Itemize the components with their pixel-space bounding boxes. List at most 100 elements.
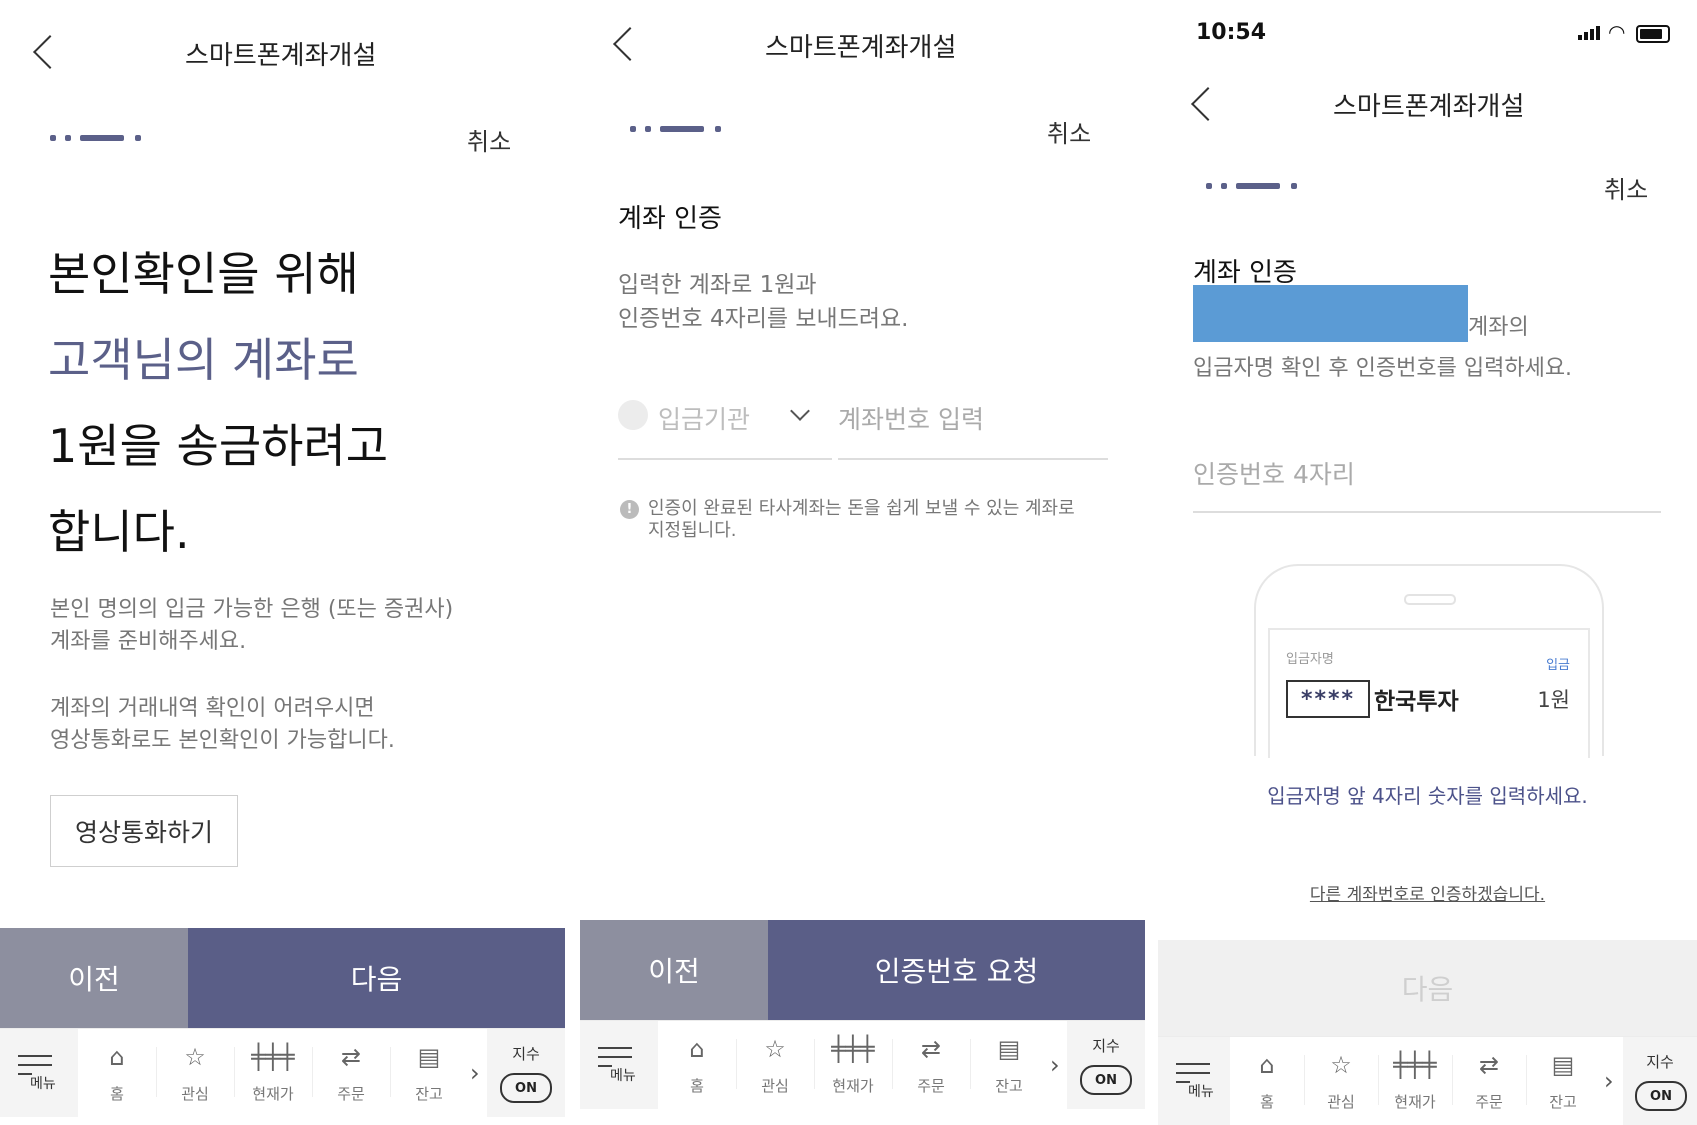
chevron-right-icon[interactable]: › bbox=[1604, 1067, 1614, 1095]
tab-home-label: 홈 bbox=[110, 1085, 124, 1103]
account-field-underline bbox=[838, 458, 1108, 460]
index-on-toggle[interactable]: ON bbox=[1635, 1081, 1687, 1111]
tab-watch[interactable]: ☆ 관심 bbox=[1304, 1037, 1378, 1125]
desc-line: 인증번호 4자리를 보내드려요. bbox=[618, 306, 909, 332]
back-icon[interactable] bbox=[1191, 87, 1225, 121]
desc-line: 계좌를 준비해주세요. bbox=[50, 629, 247, 654]
tab-balance[interactable]: ▤ 잔고 bbox=[1526, 1037, 1600, 1125]
step-indicator bbox=[630, 126, 725, 132]
tab-price[interactable]: ╪╪╪ 현재가 bbox=[234, 1029, 312, 1117]
tab-home[interactable]: ⌂ 홈 bbox=[1230, 1037, 1304, 1125]
next-button[interactable]: 다음 bbox=[188, 928, 565, 1028]
tab-order[interactable]: ⇄ 주문 bbox=[1452, 1037, 1526, 1125]
candlestick-icon: ╪╪╪ bbox=[1393, 1051, 1437, 1079]
tab-balance[interactable]: ▤ 잔고 bbox=[390, 1029, 468, 1117]
exchange-icon: ⇄ bbox=[920, 1035, 942, 1063]
desc-tail: 계좌의 bbox=[1468, 315, 1529, 340]
notice-line: 지정됩니다. bbox=[648, 520, 737, 541]
notice-line: 인증이 완료된 타사계좌는 돈을 쉽게 보낼 수 있는 계좌로 bbox=[648, 498, 1075, 519]
step-indicator bbox=[1206, 183, 1301, 189]
chevron-down-icon[interactable] bbox=[790, 401, 810, 421]
tab-home-label: 홈 bbox=[1260, 1093, 1274, 1111]
hint-text: 입금자명 앞 4자리 숫자를 입력하세요. bbox=[1267, 784, 1588, 808]
sender-name: 한국투자 bbox=[1374, 689, 1459, 715]
star-icon: ☆ bbox=[1330, 1051, 1352, 1079]
index-on-toggle[interactable]: ON bbox=[500, 1073, 552, 1103]
tab-menu[interactable]: 메뉴 bbox=[1158, 1037, 1230, 1125]
tab-price[interactable]: ╪╪╪ 현재가 bbox=[814, 1021, 892, 1109]
cancel-button[interactable]: 취소 bbox=[467, 122, 511, 157]
tab-home-label: 홈 bbox=[690, 1077, 704, 1095]
page-title: 스마트폰계좌개설 bbox=[765, 33, 957, 63]
request-code-button[interactable]: 인증번호 요청 bbox=[768, 920, 1145, 1020]
battery-icon bbox=[1636, 25, 1670, 43]
tab-index-label: 지수 bbox=[512, 1045, 540, 1063]
tab-order[interactable]: ⇄ 주문 bbox=[312, 1029, 390, 1117]
tab-index[interactable]: 지수 ON bbox=[1067, 1021, 1145, 1109]
home-icon: ⌂ bbox=[1259, 1051, 1275, 1079]
bank-select[interactable]: 입금기관 bbox=[658, 400, 750, 436]
home-icon: ⌂ bbox=[689, 1035, 705, 1063]
tab-order-label: 주문 bbox=[917, 1077, 945, 1095]
code-field-underline bbox=[1193, 511, 1661, 513]
bank-logo-placeholder-icon bbox=[618, 400, 648, 430]
desc-line: 계좌의 거래내역 확인이 어려우시면 bbox=[50, 696, 375, 721]
back-icon[interactable] bbox=[613, 27, 647, 61]
tab-index[interactable]: 지수 ON bbox=[487, 1029, 565, 1117]
tab-price-label: 현재가 bbox=[252, 1085, 294, 1103]
tab-menu-label: 메뉴 bbox=[610, 1068, 636, 1084]
bottom-tab-bar: 메뉴 ⌂ 홈 ☆ 관심 ╪╪╪ 현재가 ⇄ 주문 ▤ 잔고 › 지수 ON bbox=[0, 1028, 565, 1117]
desc-line: 입력한 계좌로 1원과 bbox=[618, 272, 817, 298]
notice-text: 인증이 완료된 타사계좌는 돈을 쉽게 보낼 수 있는 계좌로 지정됩니다. bbox=[648, 498, 1075, 542]
index-on-toggle[interactable]: ON bbox=[1080, 1065, 1132, 1095]
deposit-record-card: 입금자명 입금 **** 한국투자 1원 bbox=[1268, 628, 1590, 758]
tab-menu[interactable]: 메뉴 bbox=[0, 1029, 78, 1117]
tab-balance[interactable]: ▤ 잔고 bbox=[970, 1021, 1048, 1109]
tab-menu[interactable]: 메뉴 bbox=[580, 1021, 658, 1109]
tab-index-label: 지수 bbox=[1092, 1037, 1120, 1055]
signal-icon bbox=[1578, 26, 1600, 40]
other-account-link[interactable]: 다른 계좌번호로 인증하겠습니다. bbox=[1158, 880, 1697, 905]
screen-account-input: 스마트폰계좌개설 취소 계좌 인증 입력한 계좌로 1원과 인증번호 4자리를 … bbox=[580, 0, 1145, 1125]
deposit-label: 입금 bbox=[1546, 658, 1570, 673]
cancel-button[interactable]: 취소 bbox=[1604, 170, 1648, 205]
balance-icon: ▤ bbox=[997, 1035, 1021, 1063]
back-icon[interactable] bbox=[33, 35, 67, 69]
tab-watch[interactable]: ☆ 관심 bbox=[156, 1029, 234, 1117]
headline-line-3: 1원을 송금하려고 bbox=[48, 419, 389, 473]
exchange-icon: ⇄ bbox=[340, 1043, 362, 1071]
candlestick-icon: ╪╪╪ bbox=[251, 1043, 295, 1071]
tab-order-label: 주문 bbox=[337, 1085, 365, 1103]
balance-icon: ▤ bbox=[417, 1043, 441, 1071]
tab-watch[interactable]: ☆ 관심 bbox=[736, 1021, 814, 1109]
send-info-text: 입력한 계좌로 1원과 인증번호 4자리를 보내드려요. bbox=[618, 268, 909, 336]
account-number-input[interactable]: 계좌번호 입력 bbox=[838, 400, 984, 436]
tab-index[interactable]: 지수 ON bbox=[1623, 1037, 1697, 1125]
prev-button[interactable]: 이전 bbox=[0, 928, 188, 1028]
chevron-right-icon[interactable]: › bbox=[470, 1059, 480, 1087]
prev-button[interactable]: 이전 bbox=[580, 920, 768, 1020]
cancel-button[interactable]: 취소 bbox=[1047, 114, 1091, 149]
next-button-disabled[interactable]: 다음 bbox=[1158, 940, 1697, 1036]
tab-order[interactable]: ⇄ 주문 bbox=[892, 1021, 970, 1109]
video-call-info-text: 계좌의 거래내역 확인이 어려우시면 영상통화로도 본인확인이 가능합니다. bbox=[50, 693, 395, 757]
tab-watch-label: 관심 bbox=[181, 1085, 209, 1103]
tab-index-label: 지수 bbox=[1646, 1053, 1674, 1071]
bottom-tab-bar: 메뉴 ⌂ 홈 ☆ 관심 ╪╪╪ 현재가 ⇄ 주문 ▤ 잔고 › 지수 ON bbox=[580, 1020, 1145, 1109]
sender-name-label: 입금자명 bbox=[1286, 652, 1334, 667]
home-icon: ⌂ bbox=[109, 1043, 125, 1071]
star-icon: ☆ bbox=[184, 1043, 206, 1071]
tab-home[interactable]: ⌂ 홈 bbox=[78, 1029, 156, 1117]
chevron-right-icon[interactable]: › bbox=[1050, 1051, 1060, 1079]
tab-price[interactable]: ╪╪╪ 현재가 bbox=[1378, 1037, 1452, 1125]
desc-line-2: 입금자명 확인 후 인증번호를 입력하세요. bbox=[1193, 356, 1573, 381]
tab-menu-label: 메뉴 bbox=[30, 1076, 56, 1092]
redacted-account-block bbox=[1193, 285, 1468, 342]
video-call-button[interactable]: 영상통화하기 bbox=[50, 795, 238, 867]
star-icon: ☆ bbox=[764, 1035, 786, 1063]
step-indicator bbox=[50, 135, 145, 141]
info-icon: ! bbox=[620, 500, 639, 519]
tab-home[interactable]: ⌂ 홈 bbox=[658, 1021, 736, 1109]
verification-code-input[interactable]: 인증번호 4자리 bbox=[1193, 455, 1355, 491]
screen-code-verify: 10:54 ◠ 스마트폰계좌개설 취소 계좌 인증 계좌의 입금자명 확인 후 … bbox=[1158, 0, 1697, 1125]
